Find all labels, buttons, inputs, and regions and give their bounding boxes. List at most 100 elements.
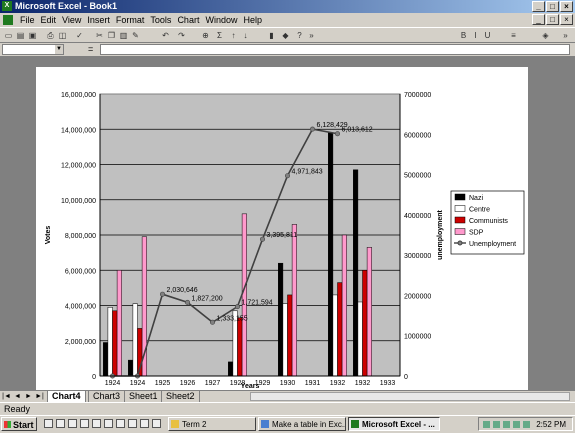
menu-file[interactable]: File [17, 13, 38, 27]
quicklaunch-icon-4[interactable] [80, 419, 89, 428]
x-tick-label: 1932 [330, 380, 346, 387]
bar-communists [237, 317, 243, 377]
windows-flag-icon [4, 421, 11, 428]
task-label: Make a table in Exc... [272, 420, 346, 429]
menu-format[interactable]: Format [113, 13, 148, 27]
menu-tools[interactable]: Tools [147, 13, 174, 27]
align-icon[interactable]: ≡ [508, 30, 519, 41]
menu-help[interactable]: Help [240, 13, 265, 27]
chart-area[interactable]: 0 2,000,000 4,000,000 6,000,000 8,000,000 10,… [36, 67, 528, 390]
unemployment-point [210, 319, 216, 325]
y2-tick-label: 2000000 [404, 293, 431, 300]
maximize-button[interactable]: □ [546, 1, 559, 12]
toolbar-more-icon[interactable]: » [306, 30, 317, 41]
menu-insert[interactable]: Insert [84, 13, 113, 27]
menu-view[interactable]: View [59, 13, 84, 27]
unemployment-point [285, 173, 291, 179]
x-axis-title: Years [241, 383, 260, 390]
doc-close-button[interactable]: × [560, 14, 573, 25]
cut-icon[interactable]: ✂ [94, 30, 105, 41]
italic-icon[interactable]: I [470, 30, 481, 41]
chart-wizard-icon[interactable]: ▮ [266, 30, 277, 41]
formula-input[interactable] [100, 44, 570, 55]
spelling-icon[interactable]: ✓ [74, 30, 85, 41]
y2-axis-title: unemployment [437, 209, 444, 259]
tray-icon-1[interactable] [483, 421, 490, 428]
equals-button[interactable]: = [88, 44, 93, 54]
tray-icon-4[interactable] [513, 421, 520, 428]
quicklaunch-icon-7[interactable] [116, 419, 125, 428]
bar-nazi [328, 132, 334, 377]
copy-icon[interactable]: ❐ [106, 30, 117, 41]
print-icon[interactable]: ⎙ [45, 30, 56, 41]
undo-icon[interactable]: ↶ [160, 30, 171, 41]
task-term2[interactable]: Term 2 [168, 417, 256, 431]
y2-tick-label: 5000000 [404, 173, 431, 180]
y-tick-label: 6,000,000 [65, 268, 96, 275]
y-tick-label: 0 [92, 374, 96, 381]
prev-sheet-icon[interactable]: ◄ [13, 392, 22, 401]
menu-window[interactable]: Window [202, 13, 240, 27]
quicklaunch-icon-6[interactable] [104, 419, 113, 428]
data-label: 2,030,646 [167, 287, 198, 294]
tray-icon-3[interactable] [503, 421, 510, 428]
menu-edit[interactable]: Edit [38, 13, 60, 27]
bold-icon[interactable]: B [458, 30, 469, 41]
bar-sdp [241, 213, 247, 377]
toolbar-more-icon-2[interactable]: » [560, 30, 571, 41]
horizontal-scrollbar[interactable] [250, 392, 570, 401]
y-tick-label: 12,000,000 [61, 163, 96, 170]
quicklaunch-icon-8[interactable] [128, 419, 137, 428]
quicklaunch-icon-2[interactable] [56, 419, 65, 428]
hyperlink-icon[interactable]: ⊕ [200, 30, 211, 41]
autosum-icon[interactable]: Σ [214, 30, 225, 41]
bar-centre [357, 301, 363, 377]
quicklaunch-icon-1[interactable] [44, 419, 53, 428]
start-button[interactable]: Start [1, 417, 37, 431]
last-sheet-icon[interactable]: ►| [35, 392, 44, 401]
doc-restore-button[interactable]: □ [546, 14, 559, 25]
y-tick-label: 14,000,000 [61, 127, 96, 134]
bar-communists [287, 294, 293, 377]
y-tick-label: 10,000,000 [61, 198, 96, 205]
task-excel[interactable]: Microsoft Excel - ... [348, 417, 440, 431]
tray-icon-5[interactable] [523, 421, 530, 428]
underline-icon[interactable]: U [482, 30, 493, 41]
new-icon[interactable]: ▭ [3, 30, 14, 41]
minimize-button[interactable]: _ [532, 1, 545, 12]
legend-label: Unemployment [469, 241, 516, 248]
format-painter-icon[interactable]: ✎ [130, 30, 141, 41]
sort-desc-icon[interactable]: ↓ [240, 30, 251, 41]
name-box-dropdown-icon[interactable]: ▼ [55, 45, 63, 54]
quicklaunch-icon-9[interactable] [140, 419, 149, 428]
x-tick-label: 1925 [155, 380, 171, 387]
drawing-icon[interactable]: ◆ [280, 30, 291, 41]
unemployment-point [334, 131, 340, 137]
x-tick-label: 1931 [305, 380, 321, 387]
help-icon[interactable]: ? [294, 30, 305, 41]
sort-asc-icon[interactable]: ↑ [228, 30, 239, 41]
workbook-icon[interactable] [3, 15, 13, 25]
preview-icon[interactable]: ◫ [57, 30, 68, 41]
status-bar: Ready [0, 402, 575, 416]
redo-icon[interactable]: ↷ [176, 30, 187, 41]
next-sheet-icon[interactable]: ► [24, 392, 33, 401]
tray-icon-2[interactable] [493, 421, 500, 428]
task-make-table[interactable]: Make a table in Exc... [258, 417, 346, 431]
fill-color-icon[interactable]: ◈ [540, 30, 551, 41]
window-title: Microsoft Excel - Book1 [15, 1, 118, 11]
first-sheet-icon[interactable]: |◄ [2, 392, 11, 401]
quicklaunch-icon-5[interactable] [92, 419, 101, 428]
save-icon[interactable]: ▣ [27, 30, 38, 41]
formula-bar: ▼ = [0, 43, 575, 57]
quicklaunch-icon-3[interactable] [68, 419, 77, 428]
open-icon[interactable]: ▤ [15, 30, 26, 41]
excel-task-icon [351, 420, 359, 428]
x-tick-label: 1930 [280, 380, 296, 387]
paste-icon[interactable]: ▥ [118, 30, 129, 41]
close-button[interactable]: × [560, 1, 573, 12]
name-box[interactable]: ▼ [2, 44, 64, 55]
quicklaunch-icon-10[interactable] [152, 419, 161, 428]
doc-minimize-button[interactable]: _ [532, 14, 545, 25]
menu-chart[interactable]: Chart [174, 13, 202, 27]
